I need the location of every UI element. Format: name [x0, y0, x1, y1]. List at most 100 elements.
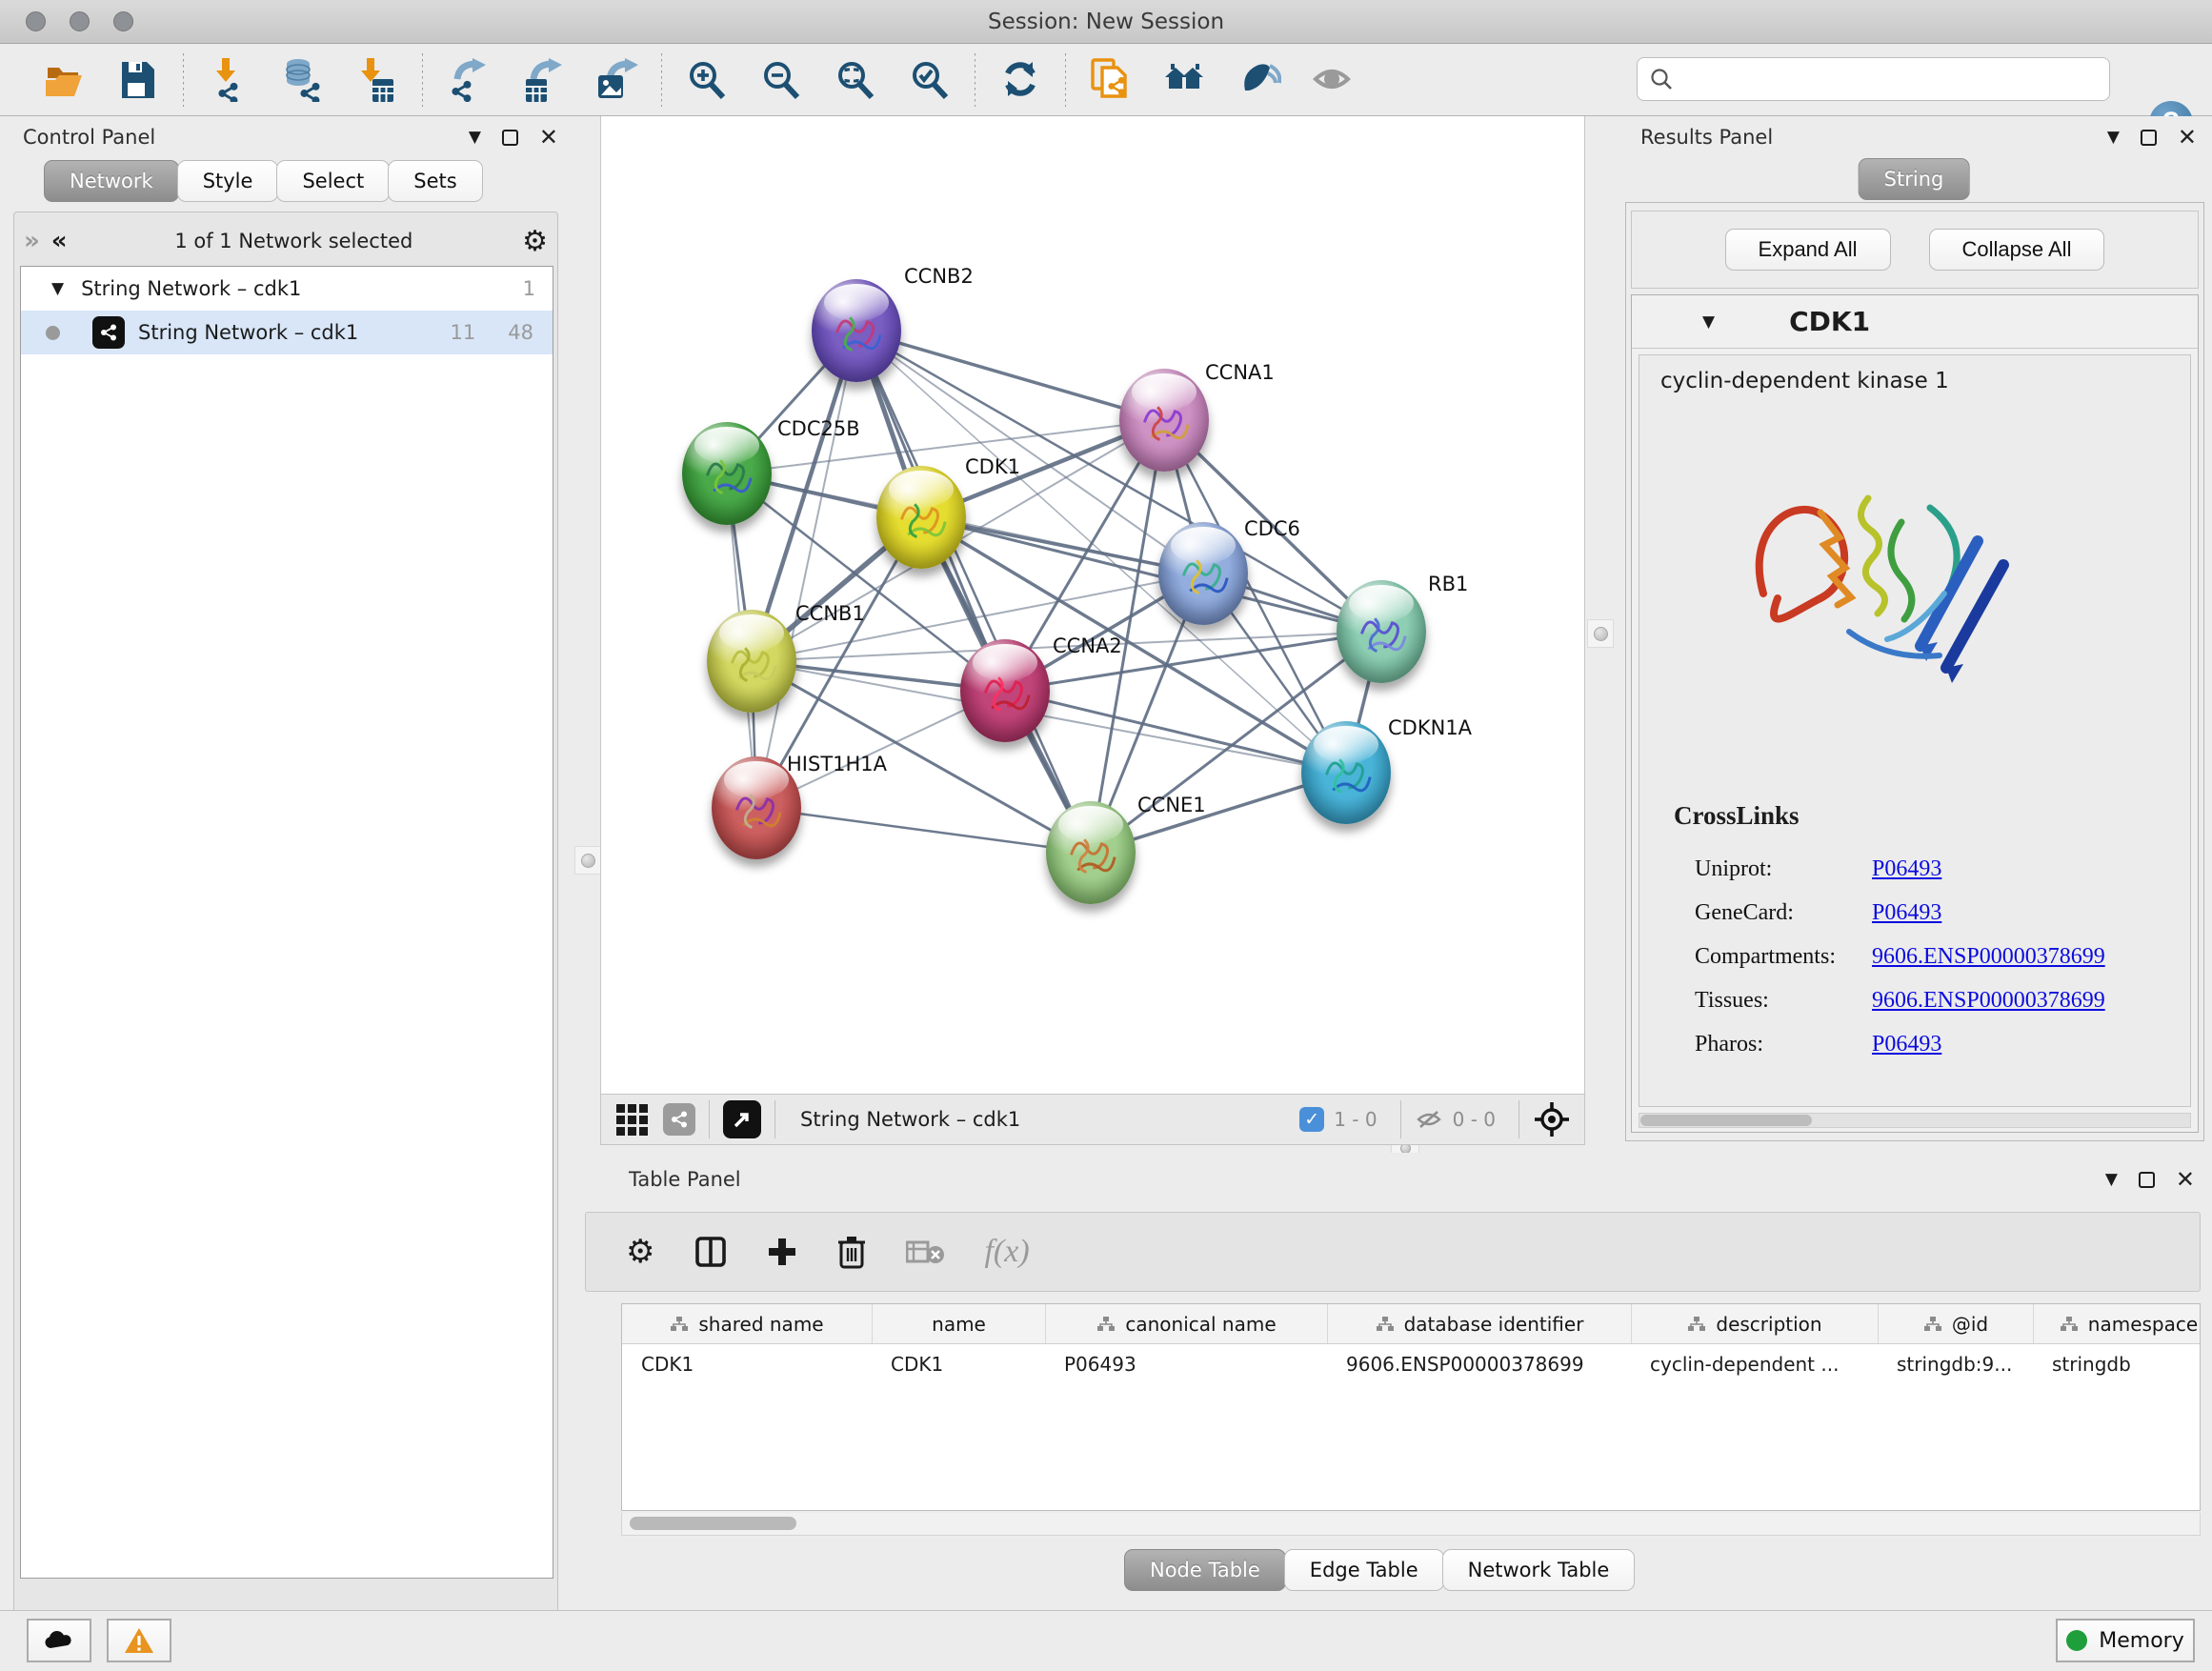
tab-select[interactable]: Select	[276, 160, 390, 202]
cell-shared-name[interactable]: CDK1	[622, 1344, 872, 1384]
control-panel-close-icon[interactable]: ✕	[539, 126, 558, 149]
search-input[interactable]	[1683, 67, 2098, 91]
zoom-fit-button[interactable]	[818, 50, 893, 111]
node-table[interactable]: shared namenamecanonical namedatabase id…	[621, 1303, 2201, 1511]
cell-name[interactable]: CDK1	[872, 1344, 1045, 1384]
home-button[interactable]	[1148, 50, 1222, 111]
crosslink-link[interactable]: P06493	[1872, 856, 1941, 882]
zoom-selected-button[interactable]	[893, 50, 967, 111]
tab-node-table[interactable]: Node Table	[1124, 1549, 1286, 1591]
collapse-all-networks-icon[interactable]: »	[24, 227, 38, 255]
network-row-selected[interactable]: String Network – cdk1 11 48	[21, 311, 553, 354]
crosslink-label: Compartments:	[1695, 944, 1872, 970]
crosslink-link[interactable]: P06493	[1872, 900, 1941, 926]
preview-eye-button[interactable]	[1297, 50, 1371, 111]
crosslink-link[interactable]: 9606.ENSP00000378699	[1872, 944, 2105, 970]
memory-button[interactable]: Memory	[2056, 1619, 2195, 1662]
network-node-ccna2[interactable]	[960, 639, 1050, 742]
cell-description[interactable]: cyclin-dependent ...	[1631, 1344, 1878, 1384]
table-panel-close-icon[interactable]: ✕	[2176, 1168, 2195, 1191]
results-panel-float-icon[interactable]: ▼	[2107, 128, 2120, 147]
open-session-button[interactable]	[27, 50, 101, 111]
view-grid-icon[interactable]	[616, 1104, 648, 1136]
network-node-cdk1[interactable]	[876, 466, 966, 569]
network-node-cdc6[interactable]	[1158, 522, 1248, 625]
table-panel: Table Panel ▼ ✕ ⚙	[572, 1153, 2212, 1610]
tab-edge-table[interactable]: Edge Table	[1284, 1549, 1444, 1591]
network-node-ccne1[interactable]	[1046, 801, 1136, 904]
table-panel-float-icon[interactable]: ▼	[2105, 1170, 2118, 1189]
tab-style[interactable]: Style	[177, 160, 279, 202]
collapse-all-button[interactable]: Collapse All	[1929, 229, 2105, 271]
left-splitter-handle[interactable]	[574, 846, 601, 875]
function-builder-icon[interactable]: f(x)	[984, 1234, 1029, 1270]
delete-table-icon[interactable]	[906, 1238, 944, 1265]
export-table-button[interactable]	[505, 50, 579, 111]
network-node-ccnb1[interactable]	[707, 610, 796, 713]
cell-database-identifier[interactable]: 9606.ENSP00000378699	[1327, 1344, 1631, 1384]
column-header-canonical-name[interactable]: canonical name	[1045, 1304, 1327, 1343]
table-panel-maximize-icon[interactable]	[2139, 1172, 2155, 1188]
results-scrollbar[interactable]	[1639, 1113, 2191, 1128]
table-options-gear-icon[interactable]: ⚙	[626, 1233, 654, 1271]
crosslink-link[interactable]: 9606.ENSP00000378699	[1872, 988, 2105, 1014]
import-network-database-button[interactable]	[266, 50, 340, 111]
network-node-ccnb2[interactable]	[812, 279, 901, 382]
tab-sets[interactable]: Sets	[388, 160, 482, 202]
right-splitter-handle[interactable]	[1587, 619, 1614, 648]
zoom-out-button[interactable]	[744, 50, 818, 111]
cell-namespace[interactable]: stringdb	[2033, 1344, 2201, 1384]
crosslink-link[interactable]: P06493	[1872, 1032, 1941, 1057]
network-canvas[interactable]: CCNB2CCNA1CDC25BCDK1CDC6RB1CCNB1CCNA2CDK…	[600, 116, 1585, 1094]
table-hscrollbar[interactable]	[621, 1513, 2201, 1536]
network-node-rb1[interactable]	[1337, 580, 1426, 683]
crosslinks-title: CrossLinks	[1674, 801, 1800, 831]
save-session-button[interactable]	[101, 50, 175, 111]
network-collection-row[interactable]: ▼ String Network – cdk1 1	[21, 267, 553, 311]
zoom-in-button[interactable]	[670, 50, 744, 111]
cloud-status-button[interactable]	[27, 1619, 91, 1662]
export-image-button[interactable]	[579, 50, 654, 111]
results-panel-close-icon[interactable]: ✕	[2178, 126, 2197, 149]
warning-status-button[interactable]	[107, 1619, 171, 1662]
add-column-icon[interactable]	[767, 1237, 797, 1267]
view-string-icon[interactable]	[663, 1103, 695, 1136]
network-options-gear-icon[interactable]: ⚙	[522, 225, 548, 258]
control-panel-maximize-icon[interactable]	[502, 130, 518, 146]
cell--id[interactable]: stringdb:9...	[1878, 1344, 2033, 1384]
search-box[interactable]	[1637, 57, 2110, 101]
show-hide-panels-button[interactable]	[1222, 50, 1297, 111]
export-network-button[interactable]	[431, 50, 505, 111]
column-header-namespace[interactable]: namespace	[2033, 1304, 2201, 1343]
expand-all-button[interactable]: Expand All	[1725, 229, 1891, 271]
detach-view-icon[interactable]	[723, 1100, 761, 1138]
column-header-name[interactable]: name	[872, 1304, 1045, 1343]
control-panel-float-icon[interactable]: ▼	[469, 128, 481, 147]
cell-canonical-name[interactable]: P06493	[1045, 1344, 1327, 1384]
clone-network-button[interactable]	[1074, 50, 1148, 111]
hidden-eye-icon[interactable]	[1415, 1108, 1443, 1131]
tab-network-table[interactable]: Network Table	[1442, 1549, 1636, 1591]
column-header-description[interactable]: description	[1631, 1304, 1878, 1343]
collection-expand-icon[interactable]: ▼	[51, 279, 64, 298]
gene-collapse-icon[interactable]: ▼	[1702, 312, 1715, 332]
column-header-shared-name[interactable]: shared name	[622, 1304, 872, 1343]
tab-string[interactable]: String	[1859, 158, 1970, 200]
birdseye-crosshair-icon[interactable]	[1533, 1100, 1571, 1138]
tab-network[interactable]: Network	[44, 160, 179, 202]
delete-column-trash-icon[interactable]	[837, 1235, 866, 1269]
import-network-file-button[interactable]	[191, 50, 266, 111]
show-columns-icon[interactable]	[694, 1236, 727, 1268]
results-panel-maximize-icon[interactable]	[2141, 130, 2157, 146]
network-node-cdc25b[interactable]	[682, 422, 772, 525]
network-node-ccna1[interactable]	[1119, 369, 1209, 472]
selected-checkbox-icon[interactable]: ✓	[1299, 1107, 1324, 1132]
table-row[interactable]: CDK1CDK1P064939606.ENSP00000378699cyclin…	[622, 1344, 2200, 1384]
column-header-database-identifier[interactable]: database identifier	[1327, 1304, 1631, 1343]
expand-all-networks-icon[interactable]: «	[51, 227, 66, 255]
import-table-file-button[interactable]	[340, 50, 414, 111]
network-node-cdkn1a[interactable]	[1301, 721, 1391, 824]
node-label-cdkn1a: CDKN1A	[1388, 716, 1472, 739]
refresh-button[interactable]	[983, 50, 1057, 111]
column-header--id[interactable]: @id	[1878, 1304, 2033, 1343]
